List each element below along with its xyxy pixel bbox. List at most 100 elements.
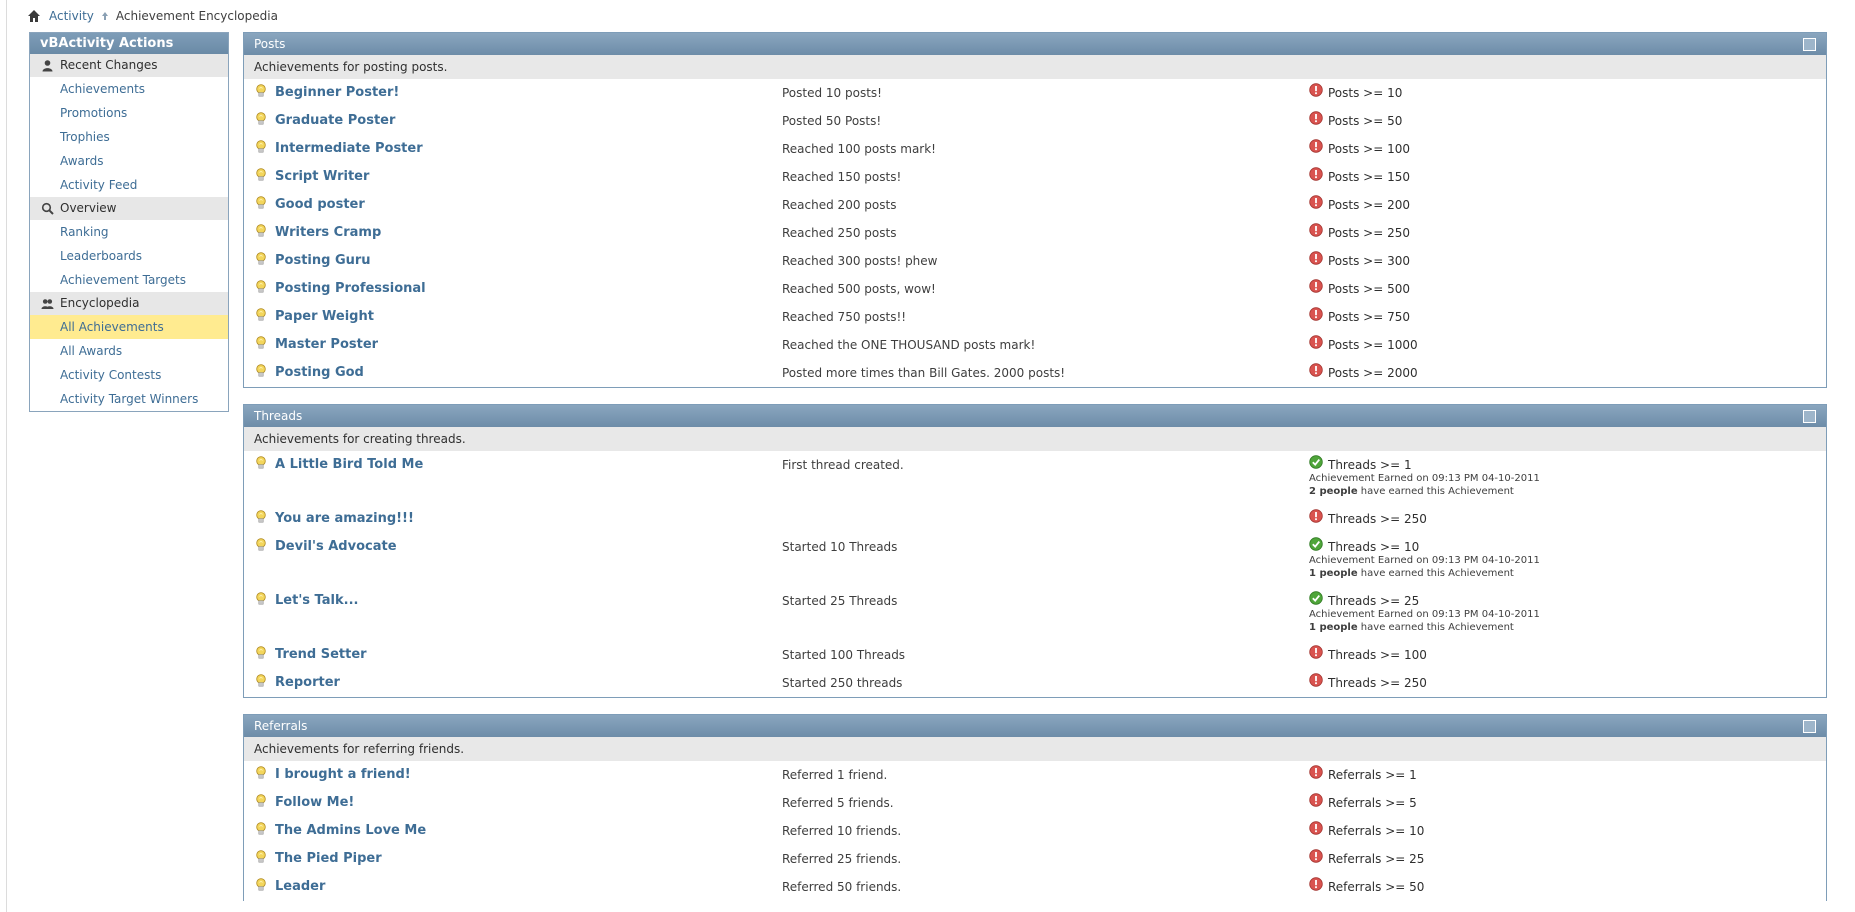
achievement-row: You are amazing!!! Threads >= 250: [244, 505, 1826, 533]
achievement-title-link[interactable]: Master Poster: [275, 337, 378, 352]
sidebar-item-awards[interactable]: Awards: [30, 149, 228, 173]
achievement-title-link[interactable]: Follow Me!: [275, 795, 354, 810]
achievement-title-link[interactable]: Posting Professional: [275, 281, 426, 296]
panel-title: Posts: [254, 37, 286, 51]
sidebar-item-activity-feed[interactable]: Activity Feed: [30, 173, 228, 197]
achievement-title-link[interactable]: You are amazing!!!: [275, 511, 414, 526]
achievement-title-link[interactable]: Reporter: [275, 675, 340, 690]
earned-count-text: have earned this Achievement: [1357, 622, 1514, 633]
lightbulb-icon: [256, 794, 266, 807]
collapse-icon[interactable]: [1803, 38, 1816, 51]
home-icon[interactable]: [27, 9, 41, 23]
earned-date: Achievement Earned on 09:13 PM 04-10-201…: [1309, 609, 1540, 620]
check-icon: [1309, 455, 1323, 469]
achievement-criteria: Threads >= 250: [1328, 512, 1427, 526]
earned-count: 1 people have earned this Achievement: [1309, 568, 1514, 579]
sidebar-section-overview[interactable]: Overview: [30, 197, 228, 220]
lightbulb-icon: [256, 168, 266, 181]
lightbulb-icon: [256, 224, 266, 237]
referrals-panel: Referrals Achievements for referring fri…: [243, 714, 1827, 901]
collapse-icon[interactable]: [1803, 410, 1816, 423]
achievement-description: Started 10 Threads: [782, 540, 898, 554]
achievement-criteria: Threads >= 25: [1328, 594, 1420, 608]
achievement-title-link[interactable]: Paper Weight: [275, 309, 374, 324]
exclamation-icon: [1309, 195, 1323, 209]
sidebar-section-label: Overview: [60, 201, 117, 215]
exclamation-icon: [1309, 223, 1323, 237]
achievement-row: Posting Guru Reached 300 posts! phew Posts…: [244, 247, 1826, 275]
collapse-icon[interactable]: [1803, 720, 1816, 733]
achievement-row: Beginner Poster! Posted 10 posts! Posts >=…: [244, 79, 1826, 107]
achievement-description: Reached 250 posts: [782, 226, 897, 240]
achievement-row: A Little Bird Told Me First thread create…: [244, 451, 1826, 505]
breadcrumb-activity-link[interactable]: Activity: [49, 9, 94, 23]
achievement-criteria: Referrals >= 50: [1328, 880, 1425, 894]
achievement-description: Started 100 Threads: [782, 648, 906, 662]
earned-date: Achievement Earned on 09:13 PM 04-10-201…: [1309, 473, 1540, 484]
panel-description: Achievements for creating threads.: [244, 427, 1826, 451]
achievement-title-link[interactable]: Leader: [275, 879, 325, 894]
exclamation-icon: [1309, 793, 1323, 807]
lightbulb-icon: [256, 84, 266, 97]
achievement-criteria: Posts >= 250: [1328, 226, 1411, 240]
achievement-row: Let's Talk... Started 25 Threads Threads >…: [244, 587, 1826, 641]
lightbulb-icon: [256, 538, 266, 551]
achievement-title-link[interactable]: Graduate Poster: [275, 113, 395, 128]
exclamation-icon: [1309, 251, 1323, 265]
achievement-title-link[interactable]: Beginner Poster!: [275, 85, 399, 100]
achievement-criteria: Threads >= 100: [1328, 648, 1427, 662]
achievement-description: Reached 200 posts: [782, 198, 897, 212]
panel-description: Achievements for posting posts.: [244, 55, 1826, 79]
achievement-row: Script Writer Reached 150 posts! Posts >= …: [244, 163, 1826, 191]
lightbulb-icon: [256, 456, 266, 469]
earned-date: Achievement Earned on 09:13 PM 04-10-201…: [1309, 555, 1540, 566]
achievement-title-link[interactable]: Writers Cramp: [275, 225, 381, 240]
achievement-criteria: Threads >= 1: [1328, 458, 1412, 472]
page: Activity Achievement Encyclopedia vBActi…: [6, 0, 1855, 912]
achievement-description: Referred 25 friends.: [782, 852, 902, 866]
exclamation-icon: [1309, 509, 1323, 523]
sidebar-item-all-awards[interactable]: All Awards: [30, 339, 228, 363]
achievement-row: Good poster Reached 200 posts Posts >= 200: [244, 191, 1826, 219]
achievement-title-link[interactable]: Devil's Advocate: [275, 539, 397, 554]
sidebar-section-encyclopedia[interactable]: Encyclopedia: [30, 292, 228, 315]
achievement-title-link[interactable]: The Admins Love Me: [275, 823, 426, 838]
lightbulb-icon: [256, 308, 266, 321]
achievement-description: Referred 1 friend.: [782, 768, 888, 782]
achievement-description: Reached 100 posts mark!: [782, 142, 936, 156]
exclamation-icon: [1309, 645, 1323, 659]
exclamation-icon: [1309, 167, 1323, 181]
people-icon: [41, 299, 54, 309]
achievement-title-link[interactable]: Good poster: [275, 197, 365, 212]
sidebar-item-promotions[interactable]: Promotions: [30, 101, 228, 125]
achievement-row: Paper Weight Reached 750 posts!! Posts >= …: [244, 303, 1826, 331]
achievement-title-link[interactable]: The Pied Piper: [275, 851, 382, 866]
sidebar-item-all-achievements[interactable]: All Achievements: [30, 315, 228, 339]
achievement-title-link[interactable]: I brought a friend!: [275, 767, 411, 782]
achievement-title-link[interactable]: Script Writer: [275, 169, 369, 184]
achievement-title-link[interactable]: Posting Guru: [275, 253, 371, 268]
earned-count-number: 1 people: [1309, 568, 1358, 579]
achievement-title-link[interactable]: Intermediate Poster: [275, 141, 423, 156]
achievement-title-link[interactable]: Let's Talk...: [275, 593, 358, 608]
achievement-row: Trend Setter Started 100 Threads Threads >…: [244, 641, 1826, 669]
exclamation-icon: [1309, 83, 1323, 97]
achievement-description: Posted 50 Posts!: [782, 114, 882, 128]
sidebar-item-achievements[interactable]: Achievements: [30, 77, 228, 101]
sidebar-item-activity-target-winners[interactable]: Activity Target Winners: [30, 387, 228, 411]
achievement-title-link[interactable]: Trend Setter: [275, 647, 367, 662]
achievement-description: First thread created.: [782, 458, 904, 472]
sidebar-item-leaderboards[interactable]: Leaderboards: [30, 244, 228, 268]
exclamation-icon: [1309, 673, 1323, 687]
lightbulb-icon: [256, 646, 266, 659]
achievement-title-link[interactable]: Posting God: [275, 365, 364, 380]
sidebar-item-ranking[interactable]: Ranking: [30, 220, 228, 244]
sidebar-section-recent-changes[interactable]: Recent Changes: [30, 54, 228, 77]
sidebar-item-activity-contests[interactable]: Activity Contests: [30, 363, 228, 387]
sidebar-item-trophies[interactable]: Trophies: [30, 125, 228, 149]
sidebar-section-label: Encyclopedia: [60, 296, 140, 310]
sidebar-item-achievement-targets[interactable]: Achievement Targets: [30, 268, 228, 292]
achievement-description: Posted more times than Bill Gates. 2000 …: [782, 366, 1066, 380]
achievement-title-link[interactable]: A Little Bird Told Me: [275, 457, 423, 472]
check-icon: [1309, 591, 1323, 605]
